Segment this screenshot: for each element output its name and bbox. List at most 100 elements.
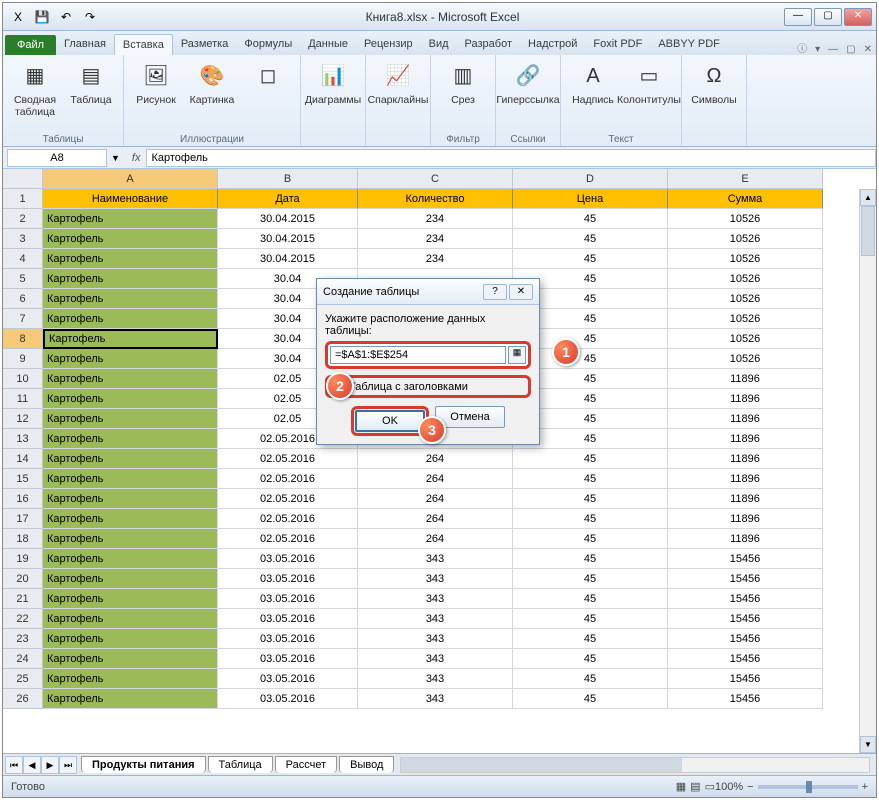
cell-C21[interactable]: 343 <box>358 589 513 609</box>
ribbon-minimize-icon[interactable]: ▾ <box>811 44 824 55</box>
header-cell[interactable]: Наименование <box>43 189 218 209</box>
cell-E14[interactable]: 11896 <box>668 449 823 469</box>
cell-B24[interactable]: 03.05.2016 <box>218 649 358 669</box>
doc-close-button[interactable]: ✕ <box>860 44 876 55</box>
zoom-slider[interactable] <box>758 785 858 789</box>
row-header-18[interactable]: 18 <box>3 529 43 549</box>
cell-D15[interactable]: 45 <box>513 469 668 489</box>
row-header-12[interactable]: 12 <box>3 409 43 429</box>
row-header-15[interactable]: 15 <box>3 469 43 489</box>
cell-E10[interactable]: 11896 <box>668 369 823 389</box>
column-header-D[interactable]: D <box>513 169 668 189</box>
sheet-nav-last-icon[interactable]: ⏭ <box>59 756 77 774</box>
cell-C15[interactable]: 264 <box>358 469 513 489</box>
row-header-4[interactable]: 4 <box>3 249 43 269</box>
sheet-tab-0[interactable]: Продукты питания <box>81 756 206 773</box>
cell-A5[interactable]: Картофель <box>43 269 218 289</box>
ribbon-tab-надстрой[interactable]: Надстрой <box>520 34 585 55</box>
pivot-table-button[interactable]: ▦Сводная таблица <box>9 58 61 118</box>
cell-A19[interactable]: Картофель <box>43 549 218 569</box>
cell-E11[interactable]: 11896 <box>668 389 823 409</box>
cell-D20[interactable]: 45 <box>513 569 668 589</box>
cell-B26[interactable]: 03.05.2016 <box>218 689 358 709</box>
cell-E20[interactable]: 15456 <box>668 569 823 589</box>
column-header-A[interactable]: A <box>43 169 218 189</box>
cell-grid[interactable]: 1НаименованиеДатаКоличествоЦенаСумма2Кар… <box>3 189 859 753</box>
cell-D4[interactable]: 45 <box>513 249 668 269</box>
name-box-dropdown-icon[interactable]: ▼ <box>111 153 126 163</box>
row-header-5[interactable]: 5 <box>3 269 43 289</box>
column-header-C[interactable]: C <box>358 169 513 189</box>
ribbon-tab-рецензир[interactable]: Рецензир <box>356 34 421 55</box>
symbols-button[interactable]: ΩСимволы <box>688 58 740 106</box>
ok-button[interactable]: OK <box>355 410 425 432</box>
fx-icon[interactable]: fx <box>126 152 147 164</box>
cell-A3[interactable]: Картофель <box>43 229 218 249</box>
sheet-nav-next-icon[interactable]: ▶ <box>41 756 59 774</box>
clipart-button[interactable]: 🎨Картинка <box>186 58 238 106</box>
row-header-19[interactable]: 19 <box>3 549 43 569</box>
textbox-button[interactable]: AНадпись <box>567 58 619 106</box>
cell-C16[interactable]: 264 <box>358 489 513 509</box>
cell-E4[interactable]: 10526 <box>668 249 823 269</box>
name-box[interactable]: A8 <box>7 149 107 167</box>
cell-B25[interactable]: 03.05.2016 <box>218 669 358 689</box>
slicer-button[interactable]: ▥Срез <box>437 58 489 106</box>
row-header-22[interactable]: 22 <box>3 609 43 629</box>
doc-restore-button[interactable]: ▢ <box>842 44 859 55</box>
cell-B16[interactable]: 02.05.2016 <box>218 489 358 509</box>
cell-E21[interactable]: 15456 <box>668 589 823 609</box>
formula-input[interactable]: Картофель <box>146 149 876 167</box>
cell-E3[interactable]: 10526 <box>668 229 823 249</box>
cell-A17[interactable]: Картофель <box>43 509 218 529</box>
cell-C20[interactable]: 343 <box>358 569 513 589</box>
range-picker-icon[interactable]: ▦ <box>508 346 526 364</box>
row-header-1[interactable]: 1 <box>3 189 43 209</box>
cell-A26[interactable]: Картофель <box>43 689 218 709</box>
cell-E13[interactable]: 11896 <box>668 429 823 449</box>
hyperlink-button[interactable]: 🔗Гиперссылка <box>502 58 554 106</box>
cell-B23[interactable]: 03.05.2016 <box>218 629 358 649</box>
cell-E16[interactable]: 11896 <box>668 489 823 509</box>
file-tab[interactable]: Файл <box>5 35 56 55</box>
cell-A12[interactable]: Картофель <box>43 409 218 429</box>
dialog-help-button[interactable]: ? <box>483 284 507 300</box>
scroll-thumb[interactable] <box>861 206 875 256</box>
undo-icon[interactable]: ↶ <box>55 6 77 28</box>
row-header-14[interactable]: 14 <box>3 449 43 469</box>
cell-E12[interactable]: 11896 <box>668 409 823 429</box>
cell-D3[interactable]: 45 <box>513 229 668 249</box>
cell-A7[interactable]: Картофель <box>43 309 218 329</box>
cell-C18[interactable]: 264 <box>358 529 513 549</box>
view-layout-icon[interactable]: ▤ <box>690 780 700 793</box>
sheet-nav-first-icon[interactable]: ⏮ <box>5 756 23 774</box>
sheet-tab-3[interactable]: Вывод <box>339 756 394 773</box>
cell-A15[interactable]: Картофель <box>43 469 218 489</box>
sheet-tab-2[interactable]: Рассчет <box>275 756 338 773</box>
cell-D19[interactable]: 45 <box>513 549 668 569</box>
row-header-3[interactable]: 3 <box>3 229 43 249</box>
row-header-26[interactable]: 26 <box>3 689 43 709</box>
cell-E19[interactable]: 15456 <box>668 549 823 569</box>
sparklines-button[interactable]: 📈Спарклайны <box>372 58 424 106</box>
range-input[interactable] <box>330 346 506 364</box>
close-button[interactable]: ✕ <box>844 8 872 26</box>
row-header-13[interactable]: 13 <box>3 429 43 449</box>
row-header-2[interactable]: 2 <box>3 209 43 229</box>
save-icon[interactable]: 💾 <box>31 6 53 28</box>
cell-B18[interactable]: 02.05.2016 <box>218 529 358 549</box>
cell-C2[interactable]: 234 <box>358 209 513 229</box>
row-header-7[interactable]: 7 <box>3 309 43 329</box>
shapes-button[interactable]: ◻ <box>242 58 294 94</box>
cell-A11[interactable]: Картофель <box>43 389 218 409</box>
cell-D21[interactable]: 45 <box>513 589 668 609</box>
header-cell[interactable]: Количество <box>358 189 513 209</box>
cell-B20[interactable]: 03.05.2016 <box>218 569 358 589</box>
excel-icon[interactable]: X <box>7 6 29 28</box>
row-header-20[interactable]: 20 <box>3 569 43 589</box>
zoom-out-icon[interactable]: − <box>747 781 753 793</box>
cell-D14[interactable]: 45 <box>513 449 668 469</box>
cell-A10[interactable]: Картофель <box>43 369 218 389</box>
cell-C24[interactable]: 343 <box>358 649 513 669</box>
sheet-nav-prev-icon[interactable]: ◀ <box>23 756 41 774</box>
